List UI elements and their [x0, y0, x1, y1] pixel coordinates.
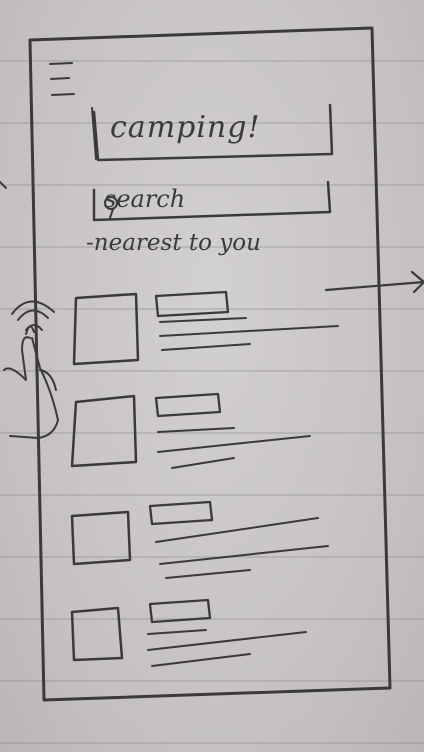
list-item-2: [70, 392, 311, 469]
list-item-3: [70, 500, 329, 579]
search-input[interactable]: search: [104, 185, 304, 219]
hamburger-menu-icon: [49, 62, 75, 96]
section-heading: -nearest to you: [86, 230, 261, 256]
app-title: camping!: [110, 110, 261, 145]
list-item-4: [70, 598, 307, 667]
tap-hand-icon: [3, 300, 59, 439]
list-item-1: [72, 290, 339, 366]
right-arrow: [324, 270, 424, 294]
